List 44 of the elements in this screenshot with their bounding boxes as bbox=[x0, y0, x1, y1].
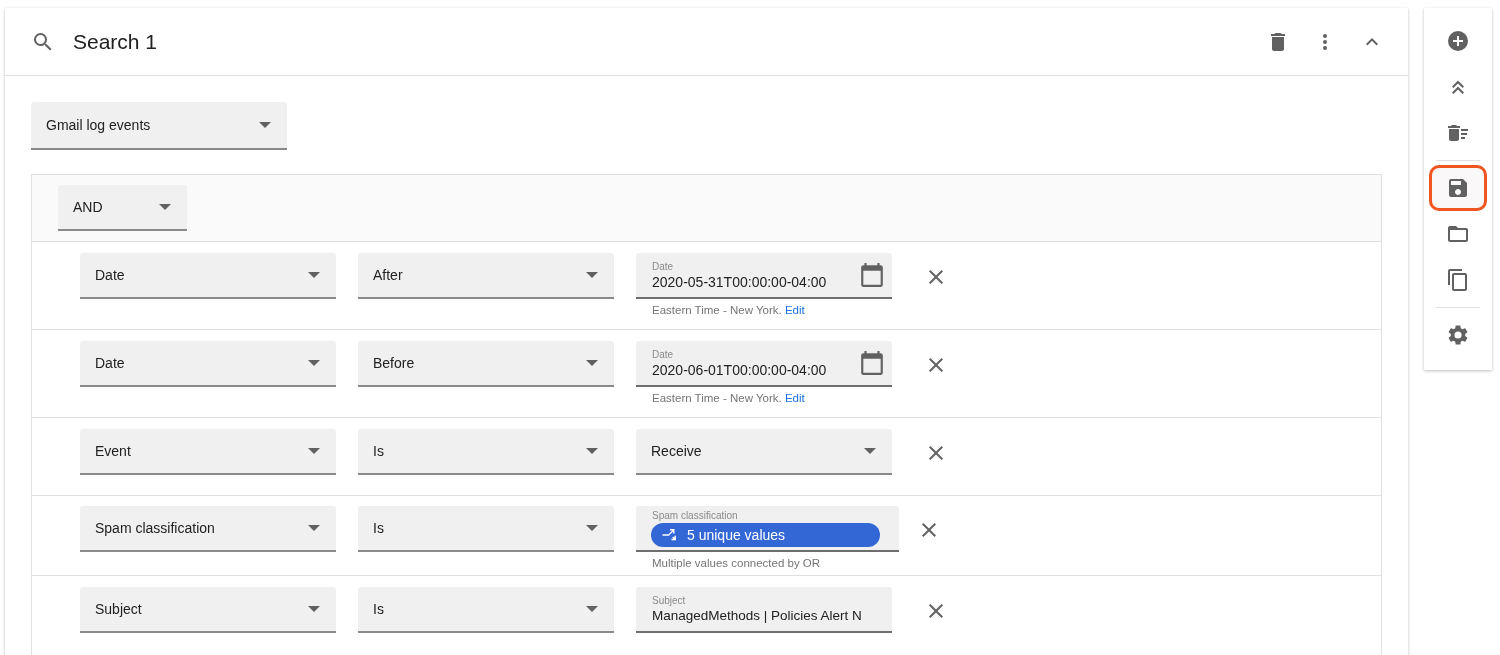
data-source-dropdown[interactable]: Gmail log events bbox=[31, 102, 287, 150]
caret-icon bbox=[308, 606, 320, 612]
calendar-icon[interactable] bbox=[859, 350, 885, 376]
save-icon bbox=[1446, 176, 1470, 200]
condition-dropdown[interactable]: After bbox=[358, 253, 614, 299]
field-dropdown[interactable]: Subject bbox=[80, 587, 336, 633]
operator-dropdown[interactable]: AND bbox=[58, 185, 187, 231]
calendar-icon[interactable] bbox=[859, 262, 885, 288]
caret-icon bbox=[864, 448, 876, 454]
caret-icon bbox=[308, 525, 320, 531]
values-field[interactable]: Spam classification 5 unique values bbox=[636, 506, 899, 552]
caret-icon bbox=[586, 272, 598, 278]
caret-icon bbox=[586, 360, 598, 366]
helper-text: Multiple values connected by OR bbox=[652, 557, 821, 569]
caret-icon bbox=[259, 122, 271, 128]
edit-link[interactable]: Edit bbox=[784, 304, 805, 316]
timezone-text: Eastern Time - New York. bbox=[652, 304, 782, 316]
subject-field[interactable]: Subject ManagedMethods | Policies Alert N bbox=[636, 587, 892, 633]
settings-icon bbox=[1446, 323, 1470, 347]
field-dropdown[interactable]: Date bbox=[80, 341, 336, 387]
caret-icon bbox=[159, 204, 171, 210]
caret-icon bbox=[308, 448, 320, 454]
condition-dropdown[interactable]: Is bbox=[358, 506, 614, 552]
values-chip[interactable]: 5 unique values bbox=[651, 522, 880, 547]
caret-icon bbox=[308, 360, 320, 366]
copy-icon bbox=[1446, 268, 1470, 292]
value-dropdown[interactable]: Receive bbox=[636, 429, 892, 475]
field-dropdown[interactable]: Date bbox=[80, 253, 336, 299]
timezone-text: Eastern Time - New York. bbox=[652, 392, 782, 404]
caret-icon bbox=[586, 606, 598, 612]
add-icon bbox=[1446, 29, 1470, 53]
search-title: Search 1 bbox=[73, 29, 158, 54]
caret-icon bbox=[308, 272, 320, 278]
toolbar-button[interactable] bbox=[1429, 165, 1487, 211]
condition-dropdown[interactable]: Is bbox=[358, 429, 614, 475]
field-dropdown[interactable]: Event bbox=[80, 429, 336, 475]
date-field[interactable]: Date 2020-05-31T00:00:00-04:00 bbox=[636, 253, 892, 299]
field-dropdown[interactable]: Spam classification bbox=[80, 506, 336, 552]
condition-dropdown[interactable]: Before bbox=[358, 341, 614, 387]
caret-icon bbox=[586, 448, 598, 454]
condition-dropdown[interactable]: Is bbox=[358, 587, 614, 633]
date-field[interactable]: Date 2020-06-01T00:00:00-04:00 bbox=[636, 341, 892, 387]
caret-icon bbox=[586, 525, 598, 531]
edit-link[interactable]: Edit bbox=[784, 392, 805, 404]
